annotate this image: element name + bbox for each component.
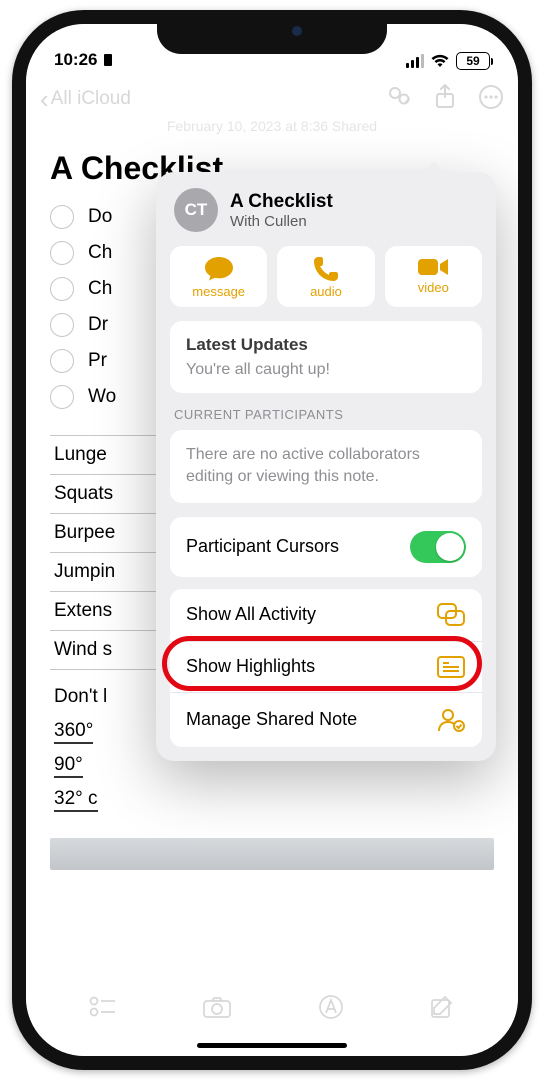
- checklist-text: Do: [88, 206, 112, 228]
- avatar: CT: [174, 188, 218, 232]
- activity-icon: [436, 603, 466, 627]
- wifi-icon: [430, 54, 450, 68]
- show-activity-label: Show All Activity: [186, 604, 316, 625]
- location-icon: [102, 53, 114, 67]
- show-highlights-row[interactable]: Show Highlights: [170, 642, 482, 693]
- nav-bar: ‹ All iCloud: [26, 74, 518, 124]
- home-indicator: [197, 1043, 347, 1048]
- updates-body: You're all caught up!: [186, 361, 466, 379]
- popover-title: A Checklist: [230, 191, 333, 213]
- phone-icon: [313, 256, 339, 282]
- compose-icon[interactable]: [429, 994, 455, 1025]
- checkbox-icon[interactable]: [50, 205, 74, 229]
- video-button[interactable]: video: [385, 246, 482, 307]
- participant-cursors-label: Participant Cursors: [186, 536, 339, 557]
- checkbox-icon[interactable]: [50, 385, 74, 409]
- checkbox-icon[interactable]: [50, 313, 74, 337]
- message-button[interactable]: message: [170, 246, 267, 307]
- note-line: 32° c: [50, 782, 494, 816]
- note-meta: February 10, 2023 at 8:36 Shared: [50, 118, 494, 136]
- status-time: 10:26: [54, 50, 97, 70]
- updates-heading: Latest Updates: [186, 335, 466, 355]
- checklist-text: Pr: [88, 350, 107, 372]
- checklist-text: Dr: [88, 314, 108, 336]
- camera-icon[interactable]: [202, 995, 232, 1024]
- checkbox-icon[interactable]: [50, 241, 74, 265]
- audio-button[interactable]: audio: [277, 246, 374, 307]
- checklist-text: Wo: [88, 386, 116, 408]
- more-icon[interactable]: [478, 84, 504, 115]
- participant-cursors-row[interactable]: Participant Cursors: [170, 517, 482, 577]
- cursors-toggle[interactable]: [410, 531, 466, 563]
- manage-shared-row[interactable]: Manage Shared Note: [170, 693, 482, 747]
- manage-icon: [436, 707, 466, 733]
- back-button[interactable]: ‹ All iCloud: [40, 86, 131, 112]
- note-image: [50, 838, 494, 870]
- checkbox-icon[interactable]: [50, 277, 74, 301]
- markup-icon[interactable]: [318, 994, 344, 1025]
- show-activity-row[interactable]: Show All Activity: [170, 589, 482, 642]
- cellular-icon: [406, 54, 424, 68]
- checklist-icon[interactable]: [89, 996, 117, 1023]
- share-icon[interactable]: [434, 84, 456, 115]
- chevron-left-icon: ‹: [40, 86, 49, 112]
- manage-shared-label: Manage Shared Note: [186, 709, 357, 730]
- battery-indicator: 59: [456, 52, 490, 70]
- participants-card: There are no active collaborators editin…: [170, 430, 482, 503]
- message-icon: [204, 256, 234, 282]
- checklist-text: Ch: [88, 242, 112, 264]
- back-label: All iCloud: [51, 88, 131, 110]
- video-icon: [417, 256, 449, 278]
- checklist-text: Ch: [88, 278, 112, 300]
- show-highlights-label: Show Highlights: [186, 656, 315, 677]
- checkbox-icon[interactable]: [50, 349, 74, 373]
- bottom-toolbar: [26, 982, 518, 1036]
- highlights-icon: [436, 656, 466, 678]
- participants-label: CURRENT PARTICIPANTS: [174, 407, 478, 422]
- collaborate-icon[interactable]: [386, 85, 412, 114]
- participants-body: There are no active collaborators editin…: [186, 444, 466, 489]
- collaboration-popover: CT A Checklist With Cullen message audio: [156, 172, 496, 761]
- updates-card: Latest Updates You're all caught up!: [170, 321, 482, 393]
- popover-subtitle: With Cullen: [230, 213, 333, 230]
